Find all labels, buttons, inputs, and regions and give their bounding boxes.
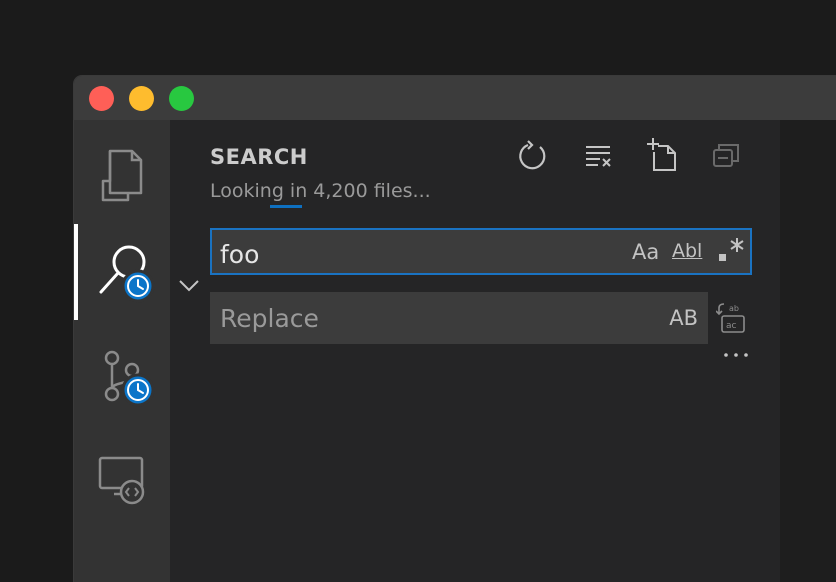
editor-area	[780, 120, 836, 582]
progress-indicator	[270, 205, 302, 208]
minimize-button[interactable]	[129, 86, 154, 111]
collapse-all-icon[interactable]	[708, 138, 744, 174]
new-search-editor-icon[interactable]	[644, 138, 680, 174]
clear-results-icon[interactable]	[580, 138, 616, 174]
app-window: SEARCH Looking in 4,200 files... foo Aa …	[74, 76, 836, 582]
maximize-button[interactable]	[169, 86, 194, 111]
search-sidebar: SEARCH Looking in 4,200 files... foo Aa …	[170, 120, 780, 582]
replace-all-icon[interactable]: ab ac	[716, 302, 748, 334]
match-case-toggle[interactable]: Aa	[632, 240, 659, 264]
regex-toggle[interactable]	[718, 232, 746, 268]
svg-text:ac: ac	[726, 321, 737, 331]
preserve-case-toggle[interactable]: AB	[669, 306, 698, 330]
ellipsis-icon[interactable]	[722, 346, 750, 364]
activity-search[interactable]	[74, 224, 170, 320]
chevron-down-icon[interactable]	[178, 275, 200, 297]
close-button[interactable]	[89, 86, 114, 111]
files-icon	[101, 149, 143, 202]
search-input-value: foo	[220, 240, 260, 269]
search-status: Looking in 4,200 files...	[210, 180, 431, 202]
whole-word-toggle[interactable]: Abl	[672, 240, 702, 262]
refresh-icon[interactable]	[516, 138, 552, 174]
search-input[interactable]: foo Aa Abl	[210, 228, 752, 275]
sidebar-title: SEARCH	[210, 145, 308, 169]
clock-icon	[121, 269, 155, 303]
clock-icon	[121, 373, 155, 407]
activity-remote-explorer[interactable]	[74, 432, 170, 528]
replace-field: AB	[210, 292, 708, 344]
remote-explorer-icon	[98, 456, 145, 505]
svg-text:ab: ab	[729, 304, 739, 313]
title-bar	[74, 76, 836, 120]
replace-input[interactable]	[210, 292, 660, 344]
activity-bar	[74, 120, 170, 582]
activity-source-control[interactable]	[74, 328, 170, 424]
activity-explorer[interactable]	[74, 120, 170, 216]
